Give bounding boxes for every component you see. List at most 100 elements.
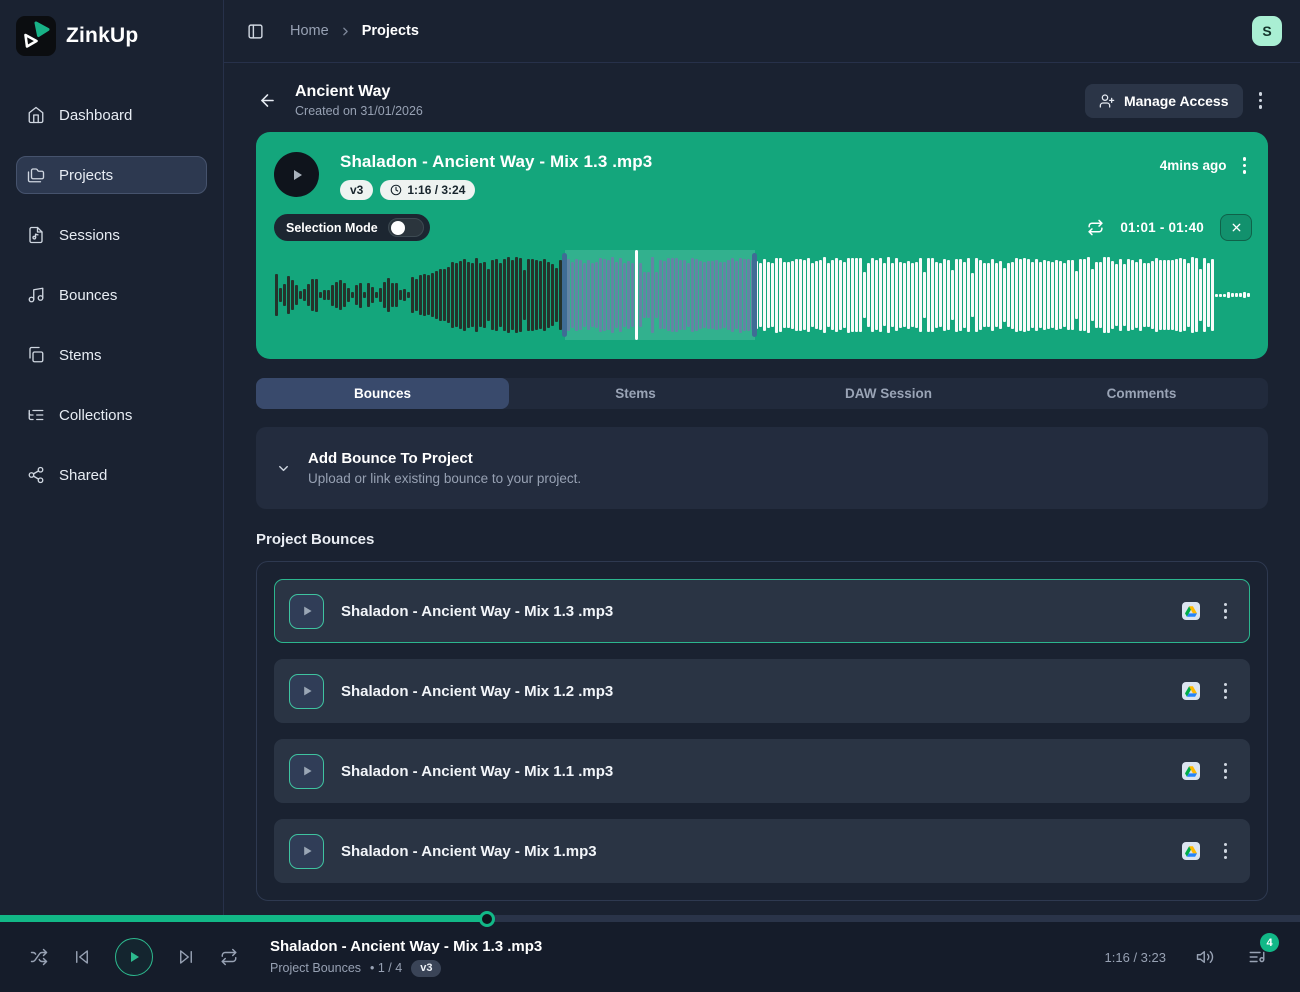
waveform-bar	[815, 261, 818, 330]
waveform-bar	[1123, 264, 1126, 326]
card-play-button[interactable]	[274, 152, 319, 197]
back-button[interactable]	[256, 89, 279, 112]
selection-start-handle[interactable]	[562, 253, 567, 337]
waveform-bar	[979, 260, 982, 330]
waveform-bar	[1179, 258, 1182, 332]
next-track-button[interactable]	[173, 944, 199, 970]
waveform-bar	[871, 258, 874, 333]
sidebar-item-label: Stems	[59, 347, 102, 364]
waveform-bar	[1183, 259, 1186, 331]
sidebar-item-bounces[interactable]: Bounces	[16, 276, 207, 314]
breadcrumb-home[interactable]: Home	[290, 23, 329, 39]
waveform-selection-region[interactable]	[565, 250, 755, 340]
bounce-more-button[interactable]	[1218, 758, 1234, 785]
play-icon	[301, 685, 313, 697]
play-button[interactable]	[115, 938, 153, 976]
waveform-bar	[1103, 257, 1106, 333]
waveform-bar	[835, 258, 838, 333]
waveform-bar	[1115, 264, 1118, 327]
bounce-more-button[interactable]	[1218, 598, 1234, 625]
waveform-bar	[543, 259, 546, 331]
bounce-title: Shaladon - Ancient Way - Mix 1.2 .mp3	[341, 683, 613, 700]
waveform-bar	[471, 263, 474, 327]
waveform[interactable]	[275, 253, 1252, 337]
waveform-bar	[455, 263, 458, 328]
waveform-bar	[1083, 259, 1086, 331]
version-badge: v3	[340, 180, 373, 200]
waveform-bar	[443, 269, 446, 321]
waveform-bar	[1047, 261, 1050, 329]
waveform-bar	[407, 292, 410, 297]
bounce-more-button[interactable]	[1218, 838, 1234, 865]
waveform-bar	[427, 275, 430, 315]
tab-bounces[interactable]: Bounces	[256, 378, 509, 409]
seek-bar[interactable]	[0, 915, 1300, 922]
bounce-list: Shaladon - Ancient Way - Mix 1.3 .mp3 Sh…	[256, 561, 1268, 901]
waveform-bar	[1195, 258, 1198, 333]
play-icon	[289, 167, 305, 183]
seek-handle[interactable]	[479, 911, 495, 927]
shuffle-button[interactable]	[26, 944, 52, 970]
waveform-bar	[311, 279, 314, 311]
repeat-icon	[220, 948, 238, 966]
bounce-row[interactable]: Shaladon - Ancient Way - Mix 1.mp3	[274, 819, 1250, 883]
bounce-row[interactable]: Shaladon - Ancient Way - Mix 1.2 .mp3	[274, 659, 1250, 723]
waveform-bar	[1239, 293, 1242, 298]
tab-daw-session[interactable]: DAW Session	[762, 378, 1015, 409]
sidebar-item-stems[interactable]: Stems	[16, 336, 207, 374]
clear-selection-button[interactable]	[1220, 214, 1252, 241]
add-bounce-expander[interactable]: Add Bounce To Project Upload or link exi…	[256, 427, 1268, 509]
bounce-row[interactable]: Shaladon - Ancient Way - Mix 1.3 .mp3	[274, 579, 1250, 643]
playhead[interactable]	[635, 250, 638, 340]
tab-stems[interactable]: Stems	[509, 378, 762, 409]
selection-mode-toggle[interactable]	[388, 218, 424, 237]
waveform-bar	[1071, 260, 1074, 331]
waveform-bar	[371, 287, 374, 302]
waveform-bar	[307, 284, 310, 306]
waveform-bar	[291, 280, 294, 311]
waveform-bar	[827, 263, 830, 327]
previous-track-button[interactable]	[69, 944, 95, 970]
bounce-more-button[interactable]	[1218, 678, 1234, 705]
waveform-bar	[927, 258, 930, 333]
selection-mode-control[interactable]: Selection Mode	[274, 214, 430, 241]
skip-back-icon	[73, 948, 91, 966]
sidebar-item-dashboard[interactable]: Dashboard	[16, 96, 207, 134]
bounce-row[interactable]: Shaladon - Ancient Way - Mix 1.1 .mp3	[274, 739, 1250, 803]
waveform-bar	[1039, 262, 1042, 328]
sidebar-item-projects[interactable]: Projects	[16, 156, 207, 194]
waveform-bar	[1235, 293, 1238, 297]
waveform-bar	[771, 263, 774, 326]
project-more-button[interactable]	[1253, 87, 1269, 114]
selection-range-label: 01:01 - 01:40	[1120, 220, 1204, 235]
waveform-bar	[795, 259, 798, 332]
bounce-play-button[interactable]	[289, 834, 324, 869]
volume-button[interactable]	[1192, 944, 1218, 970]
waveform-bar	[1031, 262, 1034, 329]
waveform-bar	[991, 259, 994, 331]
waveform-bar	[483, 262, 486, 329]
manage-access-button[interactable]: Manage Access	[1085, 84, 1243, 118]
waveform-bar	[339, 280, 342, 310]
tab-comments[interactable]: Comments	[1015, 378, 1268, 409]
waveform-bar	[939, 263, 942, 327]
waveform-bar	[431, 273, 434, 317]
bounce-play-button[interactable]	[289, 754, 324, 789]
waveform-bar	[783, 262, 786, 327]
add-bounce-subtitle: Upload or link existing bounce to your p…	[308, 471, 581, 486]
sidebar-toggle-button[interactable]	[243, 19, 268, 44]
bounce-play-button[interactable]	[289, 674, 324, 709]
bounce-play-button[interactable]	[289, 594, 324, 629]
google-drive-icon	[1182, 602, 1200, 620]
waveform-bar	[791, 261, 794, 329]
sidebar-item-shared[interactable]: Shared	[16, 456, 207, 494]
sidebar-item-sessions[interactable]: Sessions	[16, 216, 207, 254]
avatar[interactable]: S	[1252, 16, 1282, 46]
waveform-bar	[1223, 294, 1226, 297]
card-more-button[interactable]	[1237, 152, 1253, 179]
repeat-button[interactable]	[216, 944, 242, 970]
waveform-bar	[363, 292, 366, 297]
sidebar-item-collections[interactable]: Collections	[16, 396, 207, 434]
selection-end-handle[interactable]	[752, 253, 757, 337]
loop-selection-button[interactable]	[1087, 219, 1104, 236]
